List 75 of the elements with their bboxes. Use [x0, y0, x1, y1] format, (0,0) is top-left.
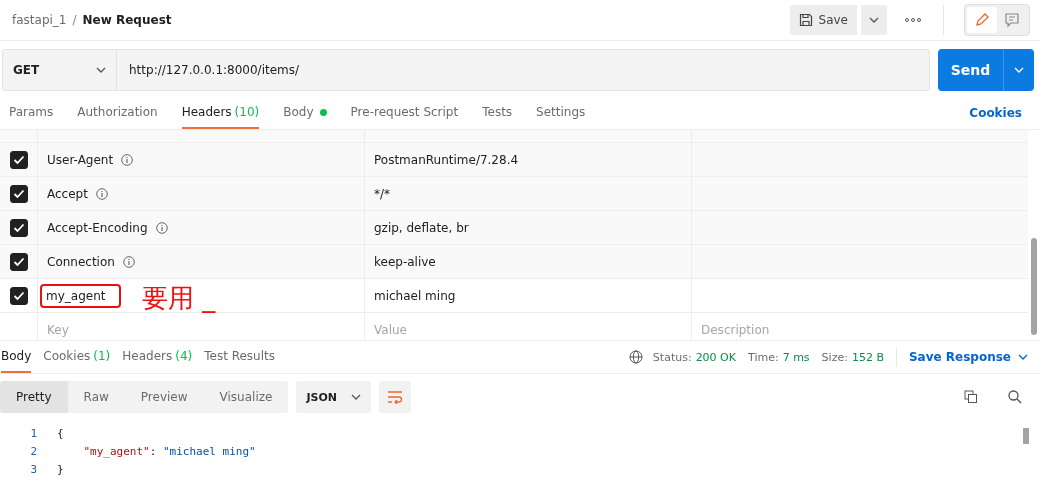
caret-icon — [1018, 354, 1028, 360]
code-line: { — [57, 426, 64, 440]
cookies-link[interactable]: Cookies — [969, 97, 1022, 129]
more-icon[interactable] — [905, 18, 921, 22]
info-icon — [122, 255, 135, 268]
size-label: Size: — [821, 349, 848, 366]
line-number: 1 — [29, 426, 38, 440]
response-tab[interactable]: Headers (4) — [122, 341, 193, 373]
response-tab[interactable]: Test Results — [204, 341, 275, 373]
scrollbar-thumb[interactable] — [1031, 238, 1037, 335]
view-tab[interactable]: Pretty — [0, 381, 68, 413]
globe-icon[interactable] — [628, 350, 643, 364]
comment-icon — [1004, 12, 1020, 28]
time-label: Time: — [748, 349, 779, 366]
request-name: New Request — [82, 13, 172, 27]
info-icon — [121, 153, 134, 166]
request-tab[interactable]: Settings — [536, 97, 586, 129]
code-line: "my_agent": "michael ming" — [82, 444, 256, 458]
size-value: 152 B — [851, 349, 884, 366]
scrollbar-thumb[interactable] — [1023, 428, 1029, 444]
response-tab[interactable]: Cookies (1) — [43, 341, 111, 373]
status-value: 200 OK — [695, 349, 736, 366]
copy-icon[interactable] — [964, 390, 978, 404]
caret-icon — [1014, 67, 1024, 73]
checkbox[interactable] — [9, 218, 28, 237]
header-value: gzip, deflate, br — [374, 220, 469, 235]
checkmark-icon — [12, 256, 25, 267]
time-value: 7 ms — [782, 349, 810, 366]
wrap-lines-icon — [387, 390, 403, 404]
format-select[interactable]: JSON — [296, 381, 371, 413]
edit-mode-button[interactable] — [967, 7, 997, 33]
checkmark-icon — [12, 222, 25, 233]
caret-icon — [869, 17, 879, 23]
line-number: 3 — [29, 462, 38, 476]
save-button[interactable]: Save — [789, 5, 857, 35]
method-select[interactable]: GET — [3, 50, 117, 90]
code-line: } — [57, 462, 64, 476]
checkmark-icon — [12, 290, 25, 301]
info-icon — [155, 221, 168, 234]
request-tab[interactable]: Tests — [482, 97, 513, 129]
checkmark-icon — [12, 154, 25, 165]
checkmark-icon — [12, 188, 25, 199]
pencil-icon — [974, 12, 990, 28]
search-icon[interactable] — [1008, 390, 1022, 404]
header-value: keep-alive — [374, 254, 436, 269]
response-tab[interactable]: Body — [1, 341, 32, 373]
header-key: my_agent — [40, 283, 122, 308]
header-key: User-Agent — [47, 152, 114, 167]
url-field[interactable]: GET http://127.0.0.1:8000/items/ — [2, 49, 930, 91]
status-label: Status: — [652, 349, 692, 366]
checkbox[interactable] — [9, 150, 28, 169]
header-key: Connection — [47, 254, 115, 269]
request-tab[interactable]: Params — [9, 97, 54, 129]
collection-name[interactable]: fastapi_1 — [12, 13, 67, 27]
caret-icon — [351, 394, 361, 400]
view-tab[interactable]: Visualize — [203, 381, 289, 413]
breadcrumb-separator: / — [72, 13, 77, 27]
line-number: 2 — [29, 444, 38, 458]
info-icon — [95, 187, 108, 200]
request-tab[interactable]: Authorization — [77, 97, 158, 129]
header-value: michael ming — [374, 288, 456, 303]
header-value: PostmanRuntime/7.28.4 — [374, 152, 519, 167]
header-value: */* — [374, 186, 391, 201]
annotation-text: 要用 _ — [142, 282, 216, 315]
header-key: Accept-Encoding — [47, 220, 148, 235]
checkbox[interactable] — [9, 184, 28, 203]
view-tab[interactable]: Preview — [124, 381, 204, 413]
save-response-button[interactable]: Save Response — [908, 341, 1026, 373]
header-key: Accept — [47, 186, 88, 201]
checkbox[interactable] — [9, 286, 28, 305]
view-tab[interactable]: Raw — [67, 381, 125, 413]
caret-icon — [96, 67, 106, 73]
request-tab[interactable]: Pre-request Script — [350, 97, 459, 129]
request-tab[interactable]: Body — [283, 97, 327, 129]
checkbox[interactable] — [9, 252, 28, 271]
